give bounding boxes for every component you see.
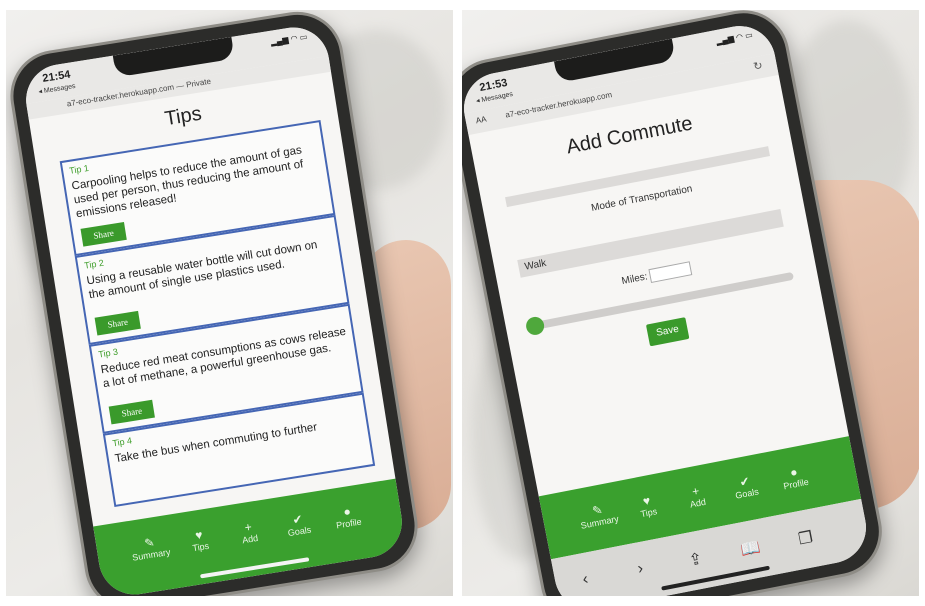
nav-tips[interactable]: ♥ Tips bbox=[621, 489, 675, 522]
nav-profile[interactable]: ● Profile bbox=[321, 501, 374, 533]
tip-label: Tip 2 bbox=[83, 257, 105, 271]
left-photo-panel: 21:54 ◂ Messages ▂▄▆ ◠ ▭ a7-eco-tracker.… bbox=[6, 10, 453, 596]
mode-value: Walk bbox=[523, 257, 548, 273]
reader-aa-button[interactable]: AA bbox=[475, 115, 487, 126]
nav-add[interactable]: + Add bbox=[222, 516, 275, 548]
right-photo-panel: 21:53 ◂ Messages ▂▄▆ ◠ ▭ AA a7-eco-track… bbox=[462, 10, 919, 596]
home-indicator bbox=[200, 557, 310, 579]
forward-icon[interactable]: › bbox=[619, 557, 662, 582]
back-icon[interactable]: ‹ bbox=[564, 567, 607, 592]
share-button[interactable]: Share bbox=[80, 221, 127, 247]
nav-goals[interactable]: ✔ Goals bbox=[719, 470, 773, 503]
signal-wifi-battery-icon: ▂▄▆ ◠ ▭ bbox=[715, 30, 754, 47]
nav-label: Tips bbox=[639, 506, 658, 520]
tip-text: Carpooling helps to reduce the amount of… bbox=[70, 144, 305, 221]
save-button[interactable]: Save bbox=[645, 317, 690, 347]
nav-label: Add bbox=[689, 496, 707, 510]
reload-icon[interactable]: ↻ bbox=[752, 59, 763, 74]
tip-label: Tip 4 bbox=[111, 435, 133, 449]
tabs-icon[interactable]: ❐ bbox=[784, 525, 827, 552]
miles-input[interactable] bbox=[648, 261, 693, 283]
nav-label: Goals bbox=[287, 524, 312, 539]
share-button[interactable]: Share bbox=[94, 310, 141, 336]
nav-add[interactable]: + Add bbox=[670, 480, 724, 513]
miles-label: Miles: bbox=[620, 271, 649, 288]
tip-label: Tip 3 bbox=[97, 346, 119, 360]
nav-summary[interactable]: ✎ Summary bbox=[124, 532, 177, 564]
phone-screen-tips: 21:54 ◂ Messages ▂▄▆ ◠ ▭ a7-eco-tracker.… bbox=[20, 22, 408, 596]
share-icon[interactable]: ⇪ bbox=[674, 546, 717, 573]
nav-tips[interactable]: ♥ Tips bbox=[173, 524, 226, 556]
nav-goals[interactable]: ✔ Goals bbox=[272, 509, 325, 541]
nav-label: Tips bbox=[191, 540, 210, 554]
share-button[interactable]: Share bbox=[108, 399, 155, 425]
bookmarks-icon[interactable]: 📖 bbox=[729, 535, 772, 562]
nav-label: Add bbox=[241, 532, 259, 546]
slider-knob[interactable] bbox=[524, 315, 546, 337]
nav-profile[interactable]: ● Profile bbox=[768, 461, 822, 494]
nav-summary[interactable]: ✎ Summary bbox=[572, 499, 626, 532]
signal-wifi-battery-icon: ▂▄▆ ◠ ▭ bbox=[269, 32, 308, 47]
tip-label: Tip 1 bbox=[68, 162, 90, 176]
